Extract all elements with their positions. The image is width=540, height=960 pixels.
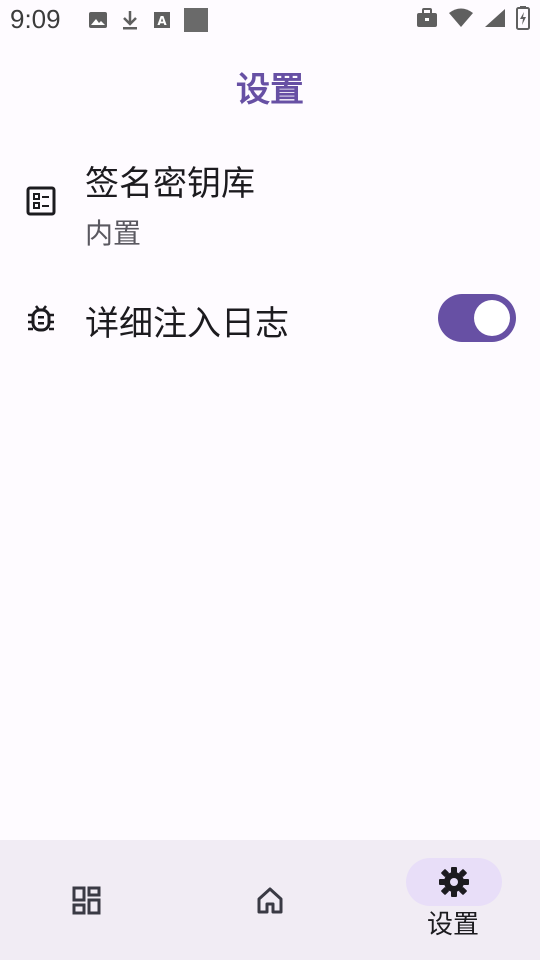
keystore-title: 签名密钥库 <box>85 164 255 204</box>
bottom-navigation: 设置 <box>0 840 540 960</box>
home-icon <box>255 886 285 918</box>
nav-item-apps[interactable] <box>0 840 172 960</box>
wifi-icon <box>448 8 474 32</box>
keystore-icon <box>26 186 58 218</box>
nav-label-settings: 设置 <box>426 910 479 940</box>
verbose-log-title: 详细注入日志 <box>85 304 289 344</box>
status-notification-icons: A <box>88 8 208 36</box>
square-icon <box>184 8 208 36</box>
briefcase-icon <box>416 8 438 32</box>
text-icon: A <box>152 10 172 34</box>
verbose-log-toggle[interactable] <box>438 294 516 342</box>
toggle-knob <box>474 300 510 336</box>
svg-text:A: A <box>157 14 167 28</box>
settings-gear-icon <box>439 867 469 901</box>
keystore-subtitle: 内置 <box>85 217 142 250</box>
nav-selected-indicator <box>406 858 502 906</box>
settings-item-keystore[interactable]: 签名密钥库 内置 <box>0 150 540 260</box>
status-bar: 9:09 A <box>0 0 540 40</box>
signal-icon <box>484 8 506 32</box>
bug-icon <box>26 302 58 334</box>
nav-item-home[interactable] <box>184 840 356 960</box>
battery-icon <box>516 6 530 34</box>
download-icon <box>120 9 140 35</box>
page-title: 设置 <box>236 70 304 110</box>
apps-grid-icon <box>72 886 102 920</box>
status-time: 9:09 <box>10 4 61 34</box>
status-system-icons <box>416 6 530 34</box>
image-icon <box>88 10 108 34</box>
